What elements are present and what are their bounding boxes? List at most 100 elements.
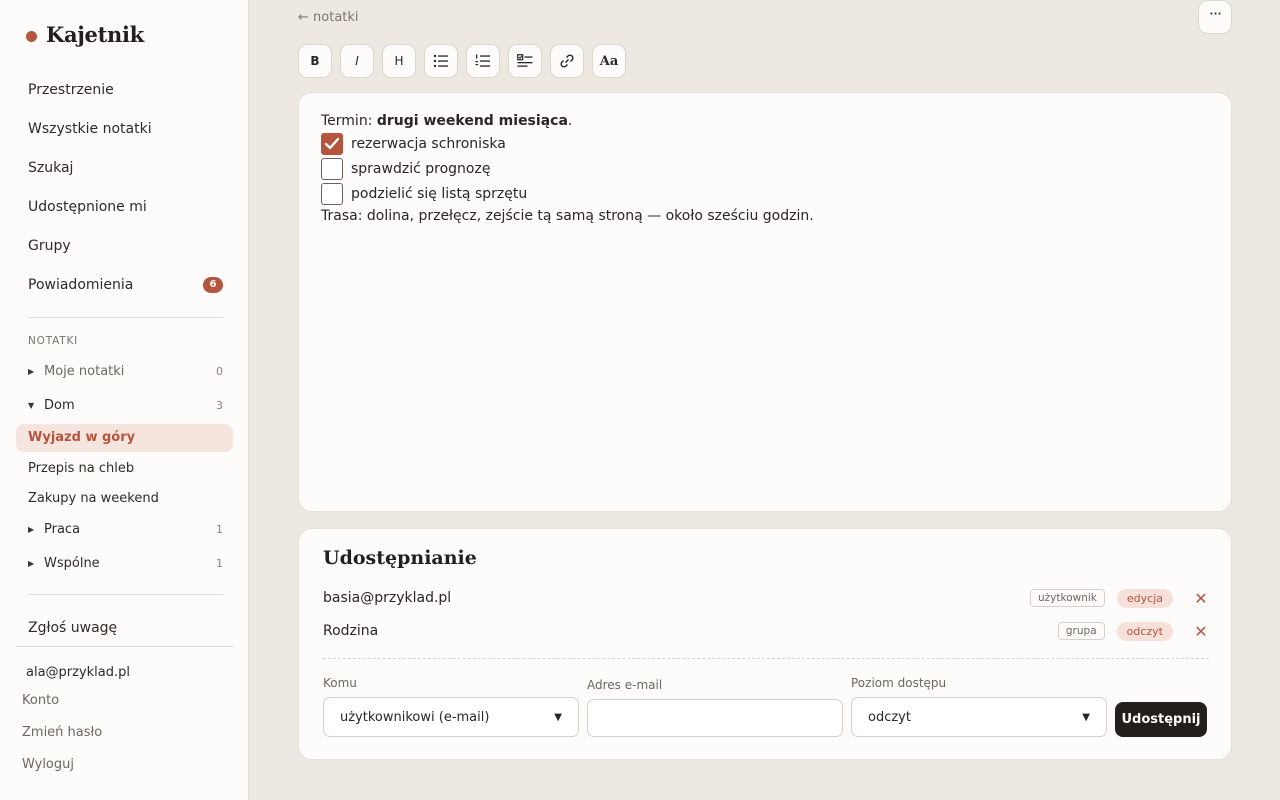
access-level-select[interactable]: odczyt ▼	[851, 697, 1107, 737]
feedback-link[interactable]: Zgłoś uwagę	[28, 616, 223, 640]
feedback-label: Zgłoś uwagę	[28, 620, 118, 636]
access-level-value: odczyt	[868, 709, 911, 725]
sidebar-divider	[28, 594, 223, 595]
nav-item-label: Wszystkie notatki	[28, 121, 152, 137]
nav-item-przestrzenie[interactable]: Przestrzenie	[28, 78, 223, 102]
sidebar: Kajetnik Przestrzenie Wszystkie notatki …	[0, 0, 249, 800]
logout-link[interactable]: Wyloguj	[22, 757, 74, 772]
change-password-link[interactable]: Zmień hasło	[22, 725, 102, 740]
sharing-divider	[323, 658, 1209, 659]
sharing-title: Udostępnianie	[323, 547, 477, 569]
nav-item-udostepnione-mi[interactable]: Udostępnione mi	[28, 195, 223, 219]
nav-item-label: Szukaj	[28, 160, 74, 176]
caret-right-icon: ▶	[28, 525, 35, 534]
recipient-type-select[interactable]: użytkownikowi (e-mail) ▼	[323, 697, 579, 737]
share-entry-who: Rodzina	[323, 623, 379, 639]
remove-share-button[interactable]: ✕	[1193, 589, 1209, 608]
more-options-button[interactable]: ···	[1198, 0, 1232, 34]
checklist-button[interactable]	[508, 44, 542, 78]
folder-count: 1	[216, 557, 223, 570]
folder-label: Praca	[44, 522, 81, 537]
route-line: Trasa: dolina, przełęcz, zejście tą samą…	[321, 208, 814, 224]
bullet-list-button[interactable]	[424, 44, 458, 78]
link-icon	[560, 54, 574, 68]
checklist-item-label: rezerwacja schroniska	[351, 135, 506, 152]
sidebar-divider	[16, 646, 233, 647]
share-entry-who: basia@przyklad.pl	[323, 590, 452, 606]
numbered-list-icon	[475, 54, 490, 67]
back-to-notes-link[interactable]: ← notatki	[298, 10, 359, 25]
folder-count: 0	[216, 365, 223, 378]
tree-folder-praca[interactable]: ▶ Praca 1	[28, 519, 223, 541]
share-type-tag: użytkownik	[1030, 589, 1105, 607]
term-suffix: .	[567, 113, 573, 129]
nav-item-powiadomienia[interactable]: Powiadomienia 6	[28, 273, 223, 297]
note-item-zakupy-na-weekend[interactable]: Zakupy na weekend	[16, 485, 233, 513]
notification-badge: 6	[203, 277, 223, 293]
checkbox[interactable]	[321, 157, 343, 180]
checklist-item: podzielić się listą sprzętu	[321, 181, 1209, 206]
tree-folder-moje-notatki[interactable]: ▶ Moje notatki 0	[28, 361, 223, 383]
note-item-przepis-na-chleb[interactable]: Przepis na chleb	[16, 455, 233, 483]
share-entry: Rodzina grupa odczyt ✕	[323, 619, 1209, 643]
term-prefix: Termin:	[321, 113, 377, 129]
account-link[interactable]: Konto	[22, 693, 59, 708]
checklist-icon	[517, 54, 533, 67]
term-line: Termin: drugi weekend miesiąca.	[321, 111, 1209, 131]
brand-name: Kajetnik	[46, 22, 144, 47]
chevron-down-icon: ▼	[1082, 711, 1090, 723]
notes-section-label: NOTATKI	[28, 335, 79, 347]
brand-dot-icon	[26, 30, 37, 42]
checklist-item: rezerwacja schroniska	[321, 131, 1209, 156]
recipient-type-value: użytkownikowi (e-mail)	[340, 709, 490, 725]
link-button[interactable]	[550, 44, 584, 78]
bullet-list-icon	[433, 54, 448, 68]
heading-button[interactable]: H	[382, 44, 416, 78]
share-type-tag: grupa	[1057, 622, 1105, 640]
chevron-down-icon: ▼	[554, 711, 562, 723]
check-icon	[324, 137, 340, 149]
share-level-tag: edycja	[1116, 588, 1173, 608]
numbered-list-button[interactable]	[466, 44, 500, 78]
tree-folder-wspolne[interactable]: ▶ Wspólne 1	[28, 553, 223, 575]
sharing-panel: Udostępnianie basia@przyklad.pl użytkown…	[298, 528, 1232, 760]
nav-item-label: Grupy	[28, 238, 71, 254]
formatting-toolbar: B I H Aa	[298, 44, 626, 78]
folder-count: 1	[216, 523, 223, 536]
email-label: Adres e-mail	[587, 678, 663, 692]
checklist-item-label: podzielić się listą sprzętu	[351, 185, 528, 202]
access-level-label: Poziom dostępu	[851, 676, 947, 690]
tree-folder-dom[interactable]: ▼ Dom 3	[28, 395, 223, 417]
note-editor[interactable]: Termin: drugi weekend miesiąca. rezerwac…	[298, 92, 1232, 512]
account-email: ala@przyklad.pl	[26, 665, 131, 680]
nav-item-label: Powiadomienia	[28, 277, 134, 293]
nav-item-grupy[interactable]: Grupy	[28, 234, 223, 258]
note-item-wyjazd-w-gory[interactable]: Wyjazd w góry	[16, 424, 233, 452]
nav-item-label: Udostępnione mi	[28, 199, 147, 215]
remove-share-button[interactable]: ✕	[1193, 622, 1209, 641]
text-style-button[interactable]: Aa	[592, 44, 626, 78]
caret-right-icon: ▶	[28, 559, 35, 568]
nav-item-label: Przestrzenie	[28, 82, 114, 98]
more-horizontal-icon: ···	[1208, 4, 1222, 23]
brand[interactable]: Kajetnik	[26, 22, 144, 47]
checklist-item: sprawdzić prognozę	[321, 156, 1209, 181]
folder-label: Wspólne	[44, 556, 100, 571]
share-level-tag: odczyt	[1116, 621, 1173, 641]
term-bold: drugi weekend miesiąca	[376, 113, 568, 129]
folder-label: Moje notatki	[44, 364, 125, 379]
caret-right-icon: ▶	[28, 367, 35, 376]
checklist-item-label: sprawdzić prognozę	[351, 160, 491, 177]
email-field[interactable]	[587, 699, 843, 737]
folder-count: 3	[216, 399, 223, 412]
checkbox-checked[interactable]	[321, 132, 343, 155]
recipient-type-label: Komu	[323, 676, 357, 690]
italic-button[interactable]: I	[340, 44, 374, 78]
checkbox[interactable]	[321, 182, 343, 205]
bold-button[interactable]: B	[298, 44, 332, 78]
share-submit-button[interactable]: Udostępnij	[1115, 702, 1207, 737]
nav-item-szukaj[interactable]: Szukaj	[28, 156, 223, 180]
nav-item-wszystkie-notatki[interactable]: Wszystkie notatki	[28, 117, 223, 141]
sidebar-divider	[28, 317, 223, 318]
share-entry: basia@przyklad.pl użytkownik edycja ✕	[323, 586, 1209, 610]
